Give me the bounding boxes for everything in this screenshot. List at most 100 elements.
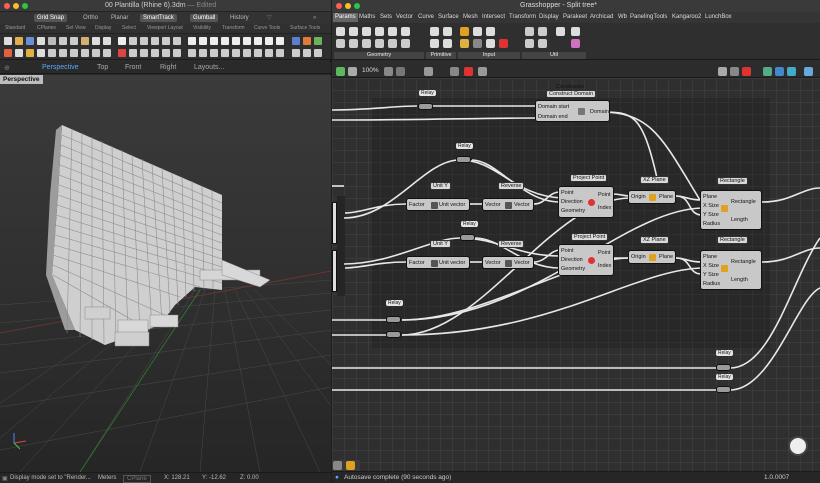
zoom-selected-icon[interactable] [173, 37, 181, 45]
light-icon[interactable] [26, 49, 34, 57]
line-icon[interactable] [210, 37, 218, 45]
tab-cplanes[interactable]: CPlanes [37, 25, 56, 31]
rectangle-icon[interactable] [265, 37, 273, 45]
param-box-icon[interactable] [375, 27, 384, 36]
zoom-extents-icon[interactable] [162, 37, 170, 45]
rectangle-2-component[interactable]: Plane X Size Y Size Radius Rectangle Len… [700, 250, 762, 290]
relay-5[interactable] [386, 331, 401, 338]
tab-viewport-layout[interactable]: Viewport Layout [147, 25, 183, 31]
input-colour-swatch-icon[interactable] [486, 39, 495, 48]
unit-vector-output-2[interactable]: Unit vector [439, 260, 465, 266]
point-input-2[interactable]: Point [561, 248, 574, 254]
shaded-icon[interactable] [48, 49, 56, 57]
tab-mesh[interactable]: Mesh [463, 14, 478, 20]
command-icon[interactable]: ▣ [2, 475, 8, 482]
zoom-dropdown-icon[interactable] [384, 67, 393, 76]
gh-preview-settings-icon[interactable] [478, 67, 487, 76]
polyline-icon[interactable] [221, 37, 229, 45]
text-icon[interactable] [303, 49, 311, 57]
tab-archicad[interactable]: Archicad [590, 14, 613, 20]
tab-set-view[interactable]: Set View [66, 25, 86, 31]
join-icon[interactable] [140, 49, 148, 57]
input-panel-icon[interactable] [460, 27, 469, 36]
input-knob-icon[interactable] [473, 39, 482, 48]
ortho-toggle[interactable]: Ortho [80, 14, 101, 22]
scale-icon[interactable] [221, 49, 229, 57]
new-file-icon[interactable] [4, 37, 12, 45]
tab-transform[interactable]: Transform [509, 14, 536, 20]
relay-1[interactable] [418, 103, 433, 110]
copy-icon[interactable] [70, 37, 78, 45]
gh-info-icon[interactable] [804, 67, 813, 76]
xray-icon[interactable] [81, 49, 89, 57]
gh-minimize-button[interactable] [345, 3, 351, 9]
plane-output-1[interactable]: Plane [659, 194, 673, 200]
param-integer-icon[interactable] [443, 27, 452, 36]
surface-icon[interactable] [292, 37, 300, 45]
project-point-1-component[interactable]: Point Direction Geometry Point Index [558, 186, 614, 218]
properties-icon[interactable] [48, 37, 56, 45]
tab-surface-tools[interactable]: Surface Tools [290, 25, 320, 31]
index-output-2[interactable]: Index [598, 263, 611, 269]
tab-curve[interactable]: Curve [418, 14, 434, 20]
param-boolean-icon[interactable] [430, 27, 439, 36]
smarttrack-toggle[interactable]: SmartTrack [140, 14, 177, 22]
rectangle-output-2[interactable]: Rectangle [731, 259, 756, 265]
preview-eye-icon[interactable] [450, 67, 459, 76]
length-output-1[interactable]: Length [731, 217, 748, 223]
array-icon[interactable] [243, 49, 251, 57]
radius-input-2[interactable]: Radius [703, 281, 720, 287]
construct-domain-component[interactable]: Domain start Domain end Domain [535, 100, 610, 122]
util-data-dam-icon[interactable] [525, 39, 534, 48]
close-window-button[interactable] [4, 3, 10, 9]
unit-y-1-component[interactable]: Factor Unit vector [406, 198, 470, 211]
fillet-icon[interactable] [265, 49, 273, 57]
param-mesh-icon[interactable] [401, 27, 410, 36]
plane-output-2[interactable]: Plane [659, 254, 673, 260]
zoom-level[interactable]: 100% [362, 67, 379, 74]
rotate-icon[interactable] [210, 49, 218, 57]
view-error-icon[interactable] [742, 67, 751, 76]
tab-select[interactable]: Select [122, 25, 136, 31]
ghosted-icon[interactable] [70, 49, 78, 57]
tab-lunchbox[interactable]: LunchBox [705, 14, 732, 20]
util-moon-icon[interactable] [571, 27, 580, 36]
factor-input-2[interactable]: Factor [409, 260, 425, 266]
split-icon[interactable] [162, 49, 170, 57]
input-toggle-icon[interactable] [486, 27, 495, 36]
mesh-icon[interactable] [314, 37, 322, 45]
point-input-1[interactable]: Point [561, 190, 574, 196]
tab-layouts[interactable]: Layouts... [194, 64, 224, 71]
print-icon[interactable] [37, 37, 45, 45]
perspective-viewport[interactable]: Perspective [0, 75, 331, 472]
tab-right[interactable]: Right [160, 64, 176, 71]
tab-wb[interactable]: Wb [618, 14, 627, 20]
rectangle-1-component[interactable]: Plane X Size Y Size Radius Rectangle Len… [700, 190, 762, 230]
planar-toggle[interactable]: Planar [108, 14, 131, 22]
vector-input-1[interactable]: Vector [485, 202, 501, 208]
point-output-2[interactable]: Point [598, 250, 611, 256]
param-colour-icon[interactable] [430, 39, 439, 48]
x-size-input-1[interactable]: X Size [703, 203, 719, 209]
ribbon-group-input[interactable]: Input [458, 52, 520, 59]
group-icon[interactable] [173, 49, 181, 57]
arc-icon[interactable] [254, 37, 262, 45]
tab-intersect[interactable]: Intersect [482, 14, 505, 20]
param-text-icon[interactable] [443, 39, 452, 48]
gh-canvas[interactable]: Relay Relay Relay Relay Relay Relay Cons… [332, 78, 820, 471]
vector-output-2[interactable]: Vector [514, 260, 530, 266]
param-curve-icon[interactable] [362, 27, 371, 36]
extend-icon[interactable] [276, 49, 284, 57]
rendered-icon[interactable] [92, 49, 100, 57]
analyze-icon[interactable] [103, 49, 111, 57]
tab-visibility[interactable]: Visibility [193, 25, 211, 31]
ribbon-group-util[interactable]: Util [522, 52, 586, 59]
paste-icon[interactable] [81, 37, 89, 45]
preview-mode-icon[interactable] [464, 67, 473, 76]
gh-zoom-button[interactable] [354, 3, 360, 9]
direction-input-1[interactable]: Direction [561, 199, 583, 205]
gumball-toggle[interactable]: Gumball [190, 14, 219, 22]
more-chevron-icon[interactable]: » [310, 14, 319, 22]
vector-output-1[interactable]: Vector [514, 202, 530, 208]
input-slider-icon[interactable] [473, 27, 482, 36]
